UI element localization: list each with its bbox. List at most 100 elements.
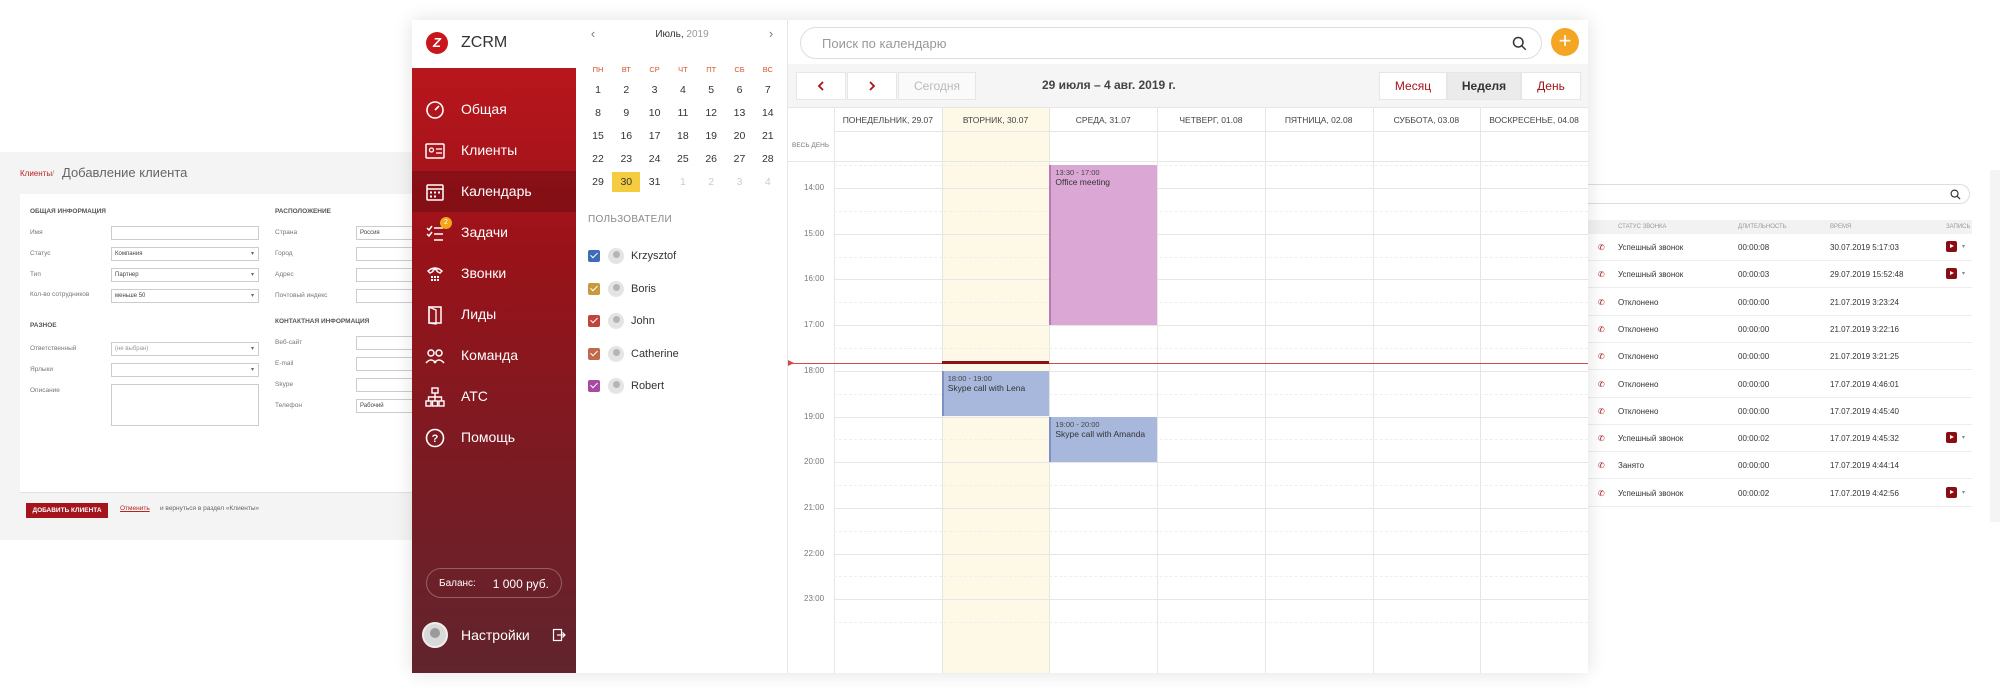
- play-icon[interactable]: [1946, 432, 1957, 444]
- breadcrumb-clients[interactable]: Клиенты: [20, 169, 52, 178]
- sidebar-item-calendar[interactable]: Календарь: [412, 171, 576, 212]
- sidebar-item-general[interactable]: Общая: [412, 89, 576, 130]
- all-day-row[interactable]: [788, 132, 1588, 162]
- mini-day[interactable]: 7: [754, 80, 782, 100]
- mini-day[interactable]: 16: [612, 126, 640, 146]
- cancel-link[interactable]: Отменить: [120, 505, 150, 512]
- user-checkbox[interactable]: [588, 315, 600, 327]
- mini-day[interactable]: 1: [669, 172, 697, 192]
- settings-item[interactable]: Настройки: [412, 620, 576, 660]
- zip-field[interactable]: [356, 289, 420, 303]
- chevron-down-icon[interactable]: ▾: [1962, 270, 1965, 277]
- mini-day[interactable]: 22: [584, 149, 612, 169]
- play-icon[interactable]: [1946, 268, 1957, 280]
- day-header[interactable]: ВТОРНИК, 30.07: [941, 108, 1050, 132]
- phone-type-select[interactable]: Рабочий: [356, 399, 420, 413]
- mini-day[interactable]: 21: [754, 126, 782, 146]
- calendar-event[interactable]: 19:00 - 20:00 Skype call with Amanda: [1049, 416, 1158, 463]
- table-row[interactable]: 062✆Отклонено00:00:0021.07.2019 3:23:24: [1570, 289, 1972, 316]
- prev-week-button[interactable]: [796, 72, 846, 100]
- sidebar-item-team[interactable]: Команда: [412, 335, 576, 376]
- mini-day[interactable]: 29: [584, 172, 612, 192]
- header-time[interactable]: ВРЕМЯ: [1830, 224, 1851, 230]
- mini-day[interactable]: 2: [697, 172, 725, 192]
- table-row[interactable]: 062✆Отклонено00:00:0021.07.2019 3:22:16: [1570, 316, 1972, 343]
- table-row[interactable]: 62✆Отклонено00:00:0017.07.2019 4:46:01: [1570, 371, 1972, 398]
- brand[interactable]: Z ZCRM: [412, 20, 576, 68]
- mini-day[interactable]: 6: [726, 80, 754, 100]
- mini-day[interactable]: 14: [754, 103, 782, 123]
- table-row[interactable]: 62✆Занято00:00:0017.07.2019 4:44:14: [1570, 452, 1972, 480]
- name-field[interactable]: [111, 226, 259, 240]
- chevron-down-icon[interactable]: ▾: [1962, 489, 1965, 496]
- view-day-button[interactable]: День: [1521, 72, 1581, 100]
- mini-day[interactable]: 3: [641, 80, 669, 100]
- day-header[interactable]: ПОНЕДЕЛЬНИК, 29.07: [834, 108, 942, 132]
- view-month-button[interactable]: Месяц: [1379, 72, 1447, 100]
- user-item[interactable]: Catherine: [588, 344, 778, 366]
- user-checkbox[interactable]: [588, 380, 600, 392]
- day-column[interactable]: [1480, 108, 1588, 673]
- user-item[interactable]: Robert: [588, 376, 778, 398]
- mini-day[interactable]: 19: [697, 126, 725, 146]
- table-row[interactable]: 062✆Успешный звонок00:00:0329.07.2019 15…: [1570, 261, 1972, 289]
- mini-day[interactable]: 8: [584, 103, 612, 123]
- day-header[interactable]: ВОСКРЕСЕНЬЕ, 04.08: [1480, 108, 1588, 132]
- next-week-button[interactable]: [847, 72, 897, 100]
- staff-select[interactable]: меньше 50 ▾: [111, 289, 259, 303]
- search-icon[interactable]: [1512, 36, 1527, 51]
- email-field[interactable]: [356, 357, 420, 371]
- mini-day[interactable]: 4: [669, 80, 697, 100]
- sidebar-item-pbx[interactable]: АТС: [412, 376, 576, 417]
- mini-day[interactable]: 17: [641, 126, 669, 146]
- mini-day[interactable]: 3: [726, 172, 754, 192]
- mini-day[interactable]: 9: [612, 103, 640, 123]
- mini-day[interactable]: 5: [697, 80, 725, 100]
- day-header[interactable]: ПЯТНИЦА, 02.08: [1264, 108, 1373, 132]
- today-button[interactable]: Сегодня: [898, 72, 976, 100]
- mini-day[interactable]: 4: [754, 172, 782, 192]
- user-item[interactable]: Boris: [588, 279, 778, 301]
- mini-day[interactable]: 24: [641, 149, 669, 169]
- mini-day-today[interactable]: 30: [612, 172, 641, 192]
- mini-day[interactable]: 31: [641, 172, 669, 192]
- mini-day[interactable]: 28: [754, 149, 782, 169]
- chevron-down-icon[interactable]: ▾: [1962, 243, 1965, 250]
- sidebar-item-help[interactable]: ? Помощь: [412, 417, 576, 458]
- table-row[interactable]: 062✆Успешный звонок00:00:0830.07.2019 5:…: [1570, 234, 1972, 261]
- mini-day[interactable]: 1: [584, 80, 612, 100]
- mini-day[interactable]: 27: [726, 149, 754, 169]
- next-month-chevron-icon[interactable]: ›: [763, 26, 779, 41]
- user-item[interactable]: John: [588, 311, 778, 333]
- country-select[interactable]: Россия: [356, 226, 420, 240]
- mini-day[interactable]: 25: [669, 149, 697, 169]
- add-event-button[interactable]: +: [1551, 28, 1579, 56]
- day-header[interactable]: ЧЕТВЕРГ, 01.08: [1157, 108, 1265, 132]
- mini-day[interactable]: 2: [612, 80, 640, 100]
- mini-day[interactable]: 10: [641, 103, 669, 123]
- table-row[interactable]: 62✆Успешный звонок00:00:0217.07.2019 4:4…: [1570, 480, 1972, 507]
- sidebar-item-tasks[interactable]: 2 Задачи: [412, 212, 576, 253]
- search-input[interactable]: Поиск по календарю: [800, 27, 1542, 59]
- table-row[interactable]: 062✆Отклонено00:00:0021.07.2019 3:21:25: [1570, 343, 1972, 371]
- website-field[interactable]: [356, 336, 420, 350]
- chevron-down-icon[interactable]: ▾: [1962, 434, 1965, 441]
- description-field[interactable]: [111, 384, 259, 426]
- mini-day[interactable]: 13: [726, 103, 754, 123]
- balance-widget[interactable]: Баланс: 1 000 руб.: [426, 568, 562, 598]
- mini-day[interactable]: 18: [669, 126, 697, 146]
- add-client-button[interactable]: ДОБАВИТЬ КЛИЕНТА: [26, 503, 108, 518]
- sidebar-item-clients[interactable]: Клиенты: [412, 130, 576, 171]
- mini-day[interactable]: 26: [697, 149, 725, 169]
- mini-day[interactable]: 20: [726, 126, 754, 146]
- user-checkbox[interactable]: [588, 282, 600, 295]
- calendar-event[interactable]: 18:00 - 19:00 Skype call with Lena: [941, 370, 1050, 417]
- mini-day[interactable]: 23: [612, 149, 640, 169]
- mini-day[interactable]: 12: [697, 103, 725, 123]
- day-header[interactable]: СУББОТА, 03.08: [1372, 108, 1481, 132]
- play-icon[interactable]: [1946, 241, 1957, 252]
- mini-day[interactable]: 11: [669, 103, 697, 123]
- address-field[interactable]: [356, 268, 420, 282]
- status-select[interactable]: Компания ▾: [111, 247, 259, 261]
- type-select[interactable]: Партнер ▾: [111, 268, 259, 282]
